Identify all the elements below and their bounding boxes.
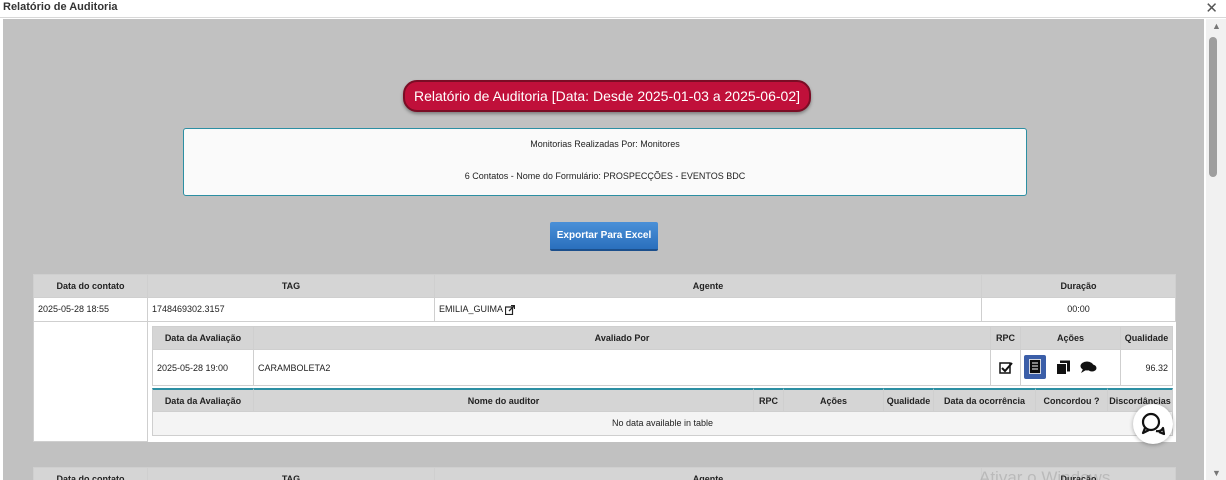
col-header-agent[interactable]: Agente	[435, 274, 982, 298]
contacts-table: Data do contato TAG Agente Duração 2025-…	[33, 274, 1176, 442]
audit-header-auditor[interactable]: Nome do auditor	[254, 388, 754, 412]
contact-date: 2025-05-28 18:55	[33, 298, 148, 322]
audit-header-rpc[interactable]: RPC	[754, 388, 784, 412]
audit-header-date[interactable]: Data da Avaliação	[152, 388, 254, 412]
col-header-tag[interactable]: TAG	[148, 274, 435, 298]
audit-empty-message: No data available in table	[152, 412, 1173, 436]
eval-quality: 96.32	[1121, 350, 1173, 386]
contact-agent[interactable]: EMILIA_GUIMA	[439, 304, 503, 314]
windows-activation-watermark: Ativar o Windows	[979, 468, 1111, 480]
window-title: Relatório de Auditoria	[3, 1, 118, 13]
evaluations-table: Data da Avaliação Avaliado Por RPC Ações…	[152, 326, 1173, 386]
eval-actions-cell	[1021, 350, 1121, 386]
copy-icon[interactable]	[1056, 360, 1071, 375]
close-icon[interactable]: ✕	[1205, 0, 1218, 17]
contact-tag: 1748469302.3157	[148, 298, 435, 322]
report-content: Relatório de Auditoria [Data: Desde 2025…	[3, 19, 1204, 480]
next-col-header-tag[interactable]: TAG	[148, 467, 435, 480]
eval-header-rpc[interactable]: RPC	[991, 326, 1021, 350]
expanded-spacer	[33, 322, 148, 442]
eval-header-quality[interactable]: Qualidade	[1121, 326, 1173, 350]
col-header-duration[interactable]: Duração	[982, 274, 1176, 298]
scroll-down-icon[interactable]: ▼	[1212, 468, 1221, 478]
audit-header-quality[interactable]: Qualidade	[884, 388, 934, 412]
report-info-box: Monitorias Realizadas Por: Monitores 6 C…	[183, 128, 1027, 196]
window-titlebar: Relatório de Auditoria ✕	[0, 0, 1226, 18]
chat-bubbles-icon	[1141, 412, 1166, 436]
eval-header-evaluator[interactable]: Avaliado Por	[254, 326, 991, 350]
eval-date: 2025-05-28 19:00	[152, 350, 254, 386]
checkbox-checked-icon	[999, 362, 1013, 374]
report-subtitle: Monitorias Realizadas Por: Monitores	[530, 139, 680, 149]
audit-header-occurrence[interactable]: Data da ocorrência	[934, 388, 1036, 412]
next-col-header-agent[interactable]: Agente	[435, 467, 982, 480]
col-header-date[interactable]: Data do contato	[33, 274, 148, 298]
next-col-header-date[interactable]: Data do contato	[33, 467, 148, 480]
document-icon	[1029, 359, 1041, 374]
report-title: Relatório de Auditoria [Data: Desde 2025…	[403, 80, 811, 112]
audits-table: Data da Avaliação Nome do auditor RPC Aç…	[152, 388, 1173, 438]
external-link-icon[interactable]	[505, 304, 516, 315]
scrollbar-thumb[interactable]	[1209, 37, 1217, 177]
scroll-up-icon[interactable]: ▲	[1212, 21, 1221, 31]
eval-header-date[interactable]: Data da Avaliação	[152, 326, 254, 350]
audit-header-actions[interactable]: Ações	[784, 388, 884, 412]
export-excel-button[interactable]: Exportar Para Excel	[550, 222, 658, 251]
comments-icon[interactable]	[1080, 361, 1097, 374]
vertical-scrollbar[interactable]: ▲ ▼	[1206, 19, 1226, 480]
contact-agent-cell: EMILIA_GUIMA	[435, 298, 982, 322]
report-summary: 6 Contatos - Nome do Formulário: PROSPEC…	[464, 171, 746, 181]
chat-button[interactable]	[1133, 404, 1173, 444]
eval-rpc-cell	[991, 350, 1021, 386]
contact-duration: 00:00	[982, 298, 1176, 322]
view-document-button[interactable]	[1024, 355, 1046, 379]
eval-header-actions[interactable]: Ações	[1021, 326, 1121, 350]
audit-header-agreed[interactable]: Concordou ?	[1036, 388, 1108, 412]
eval-evaluator: CARAMBOLETA2	[254, 350, 991, 386]
